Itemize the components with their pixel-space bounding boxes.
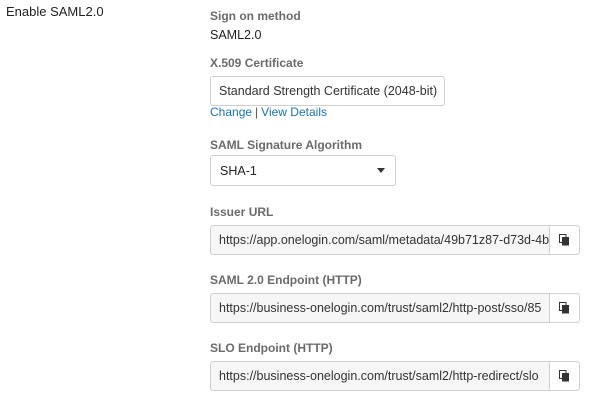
certificate-links: Change | View Details bbox=[210, 105, 327, 119]
slo-endpoint-group: https://business-onelogin.com/trust/saml… bbox=[210, 361, 580, 391]
sign-on-method-label: Sign on method bbox=[210, 9, 301, 23]
certificate-field: Standard Strength Certificate (2048-bit) bbox=[210, 76, 445, 106]
signature-algorithm-value: SHA-1 bbox=[220, 163, 257, 178]
slo-endpoint-field[interactable]: https://business-onelogin.com/trust/saml… bbox=[210, 361, 549, 391]
saml-endpoint-group: https://business-onelogin.com/trust/saml… bbox=[210, 293, 580, 323]
signature-algorithm-select[interactable]: SHA-1 bbox=[210, 155, 396, 186]
copy-icon bbox=[559, 370, 569, 382]
chevron-down-icon bbox=[377, 168, 385, 173]
view-details-link[interactable]: View Details bbox=[261, 105, 327, 119]
slo-endpoint-copy-button[interactable] bbox=[549, 361, 580, 391]
signature-algorithm-label: SAML Signature Algorithm bbox=[210, 138, 363, 152]
saml-endpoint-label: SAML 2.0 Endpoint (HTTP) bbox=[210, 273, 362, 287]
saml-endpoint-copy-button[interactable] bbox=[549, 293, 580, 323]
link-separator: | bbox=[255, 105, 259, 119]
certificate-label: X.509 Certificate bbox=[210, 56, 304, 70]
saml-endpoint-field[interactable]: https://business-onelogin.com/trust/saml… bbox=[210, 293, 549, 323]
issuer-url-group: https://app.onelogin.com/saml/metadata/4… bbox=[210, 225, 580, 255]
slo-endpoint-label: SLO Endpoint (HTTP) bbox=[210, 341, 333, 355]
sign-on-method-value: SAML2.0 bbox=[210, 28, 262, 42]
copy-icon bbox=[559, 302, 569, 314]
copy-icon bbox=[559, 234, 569, 246]
change-certificate-link[interactable]: Change bbox=[210, 105, 252, 119]
issuer-url-field[interactable]: https://app.onelogin.com/saml/metadata/4… bbox=[210, 225, 549, 255]
issuer-url-copy-button[interactable] bbox=[549, 225, 580, 255]
issuer-url-label: Issuer URL bbox=[210, 205, 274, 219]
section-title: Enable SAML2.0 bbox=[6, 4, 104, 19]
